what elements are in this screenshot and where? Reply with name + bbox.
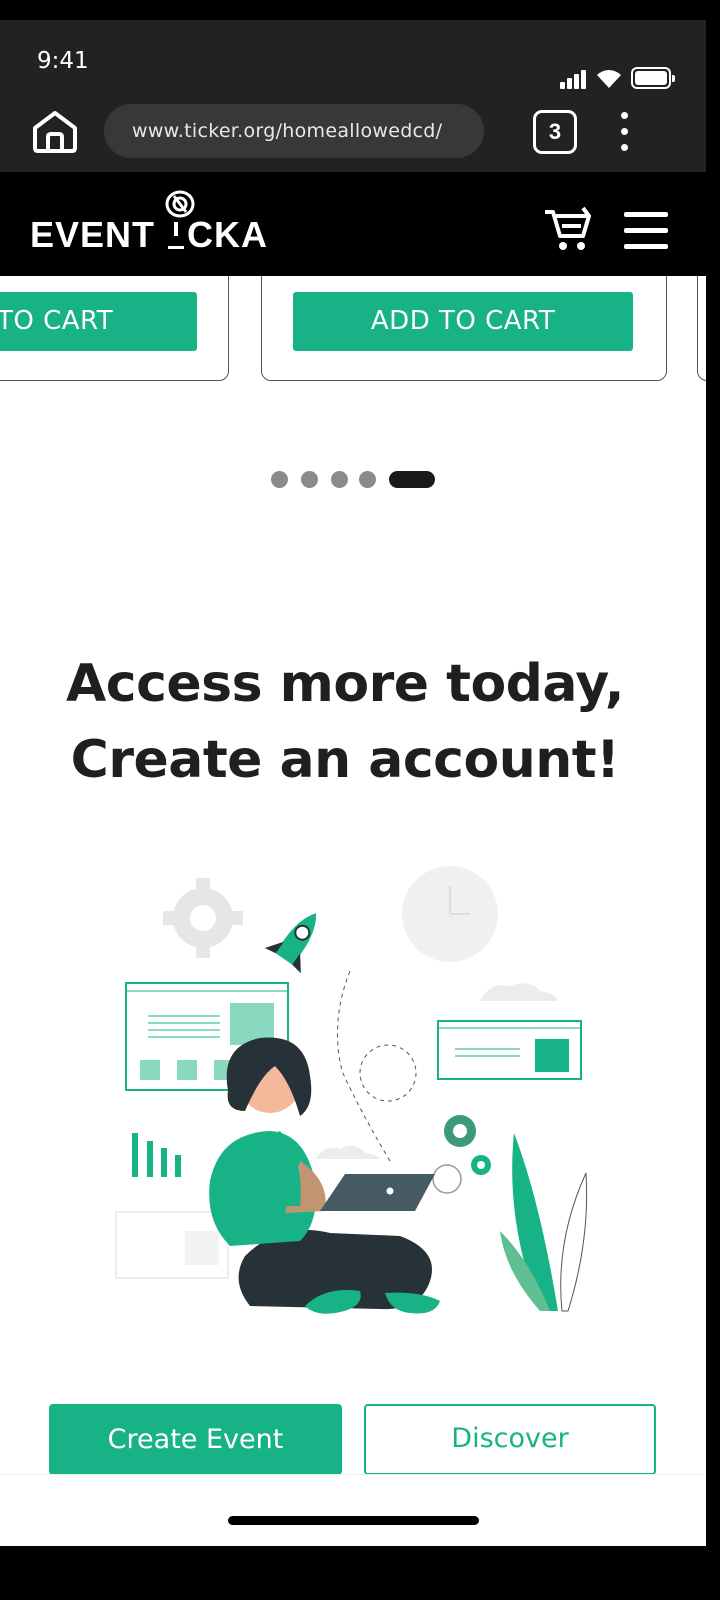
carousel-dot[interactable]	[331, 471, 348, 488]
carousel-dot[interactable]	[301, 471, 318, 488]
home-indicator[interactable]	[228, 1516, 479, 1525]
logo-text-left: EVENT	[30, 214, 156, 255]
battery-icon	[631, 67, 675, 89]
wifi-icon	[597, 70, 621, 88]
woman-with-laptop-illustration	[115, 866, 588, 1314]
create-event-button[interactable]: Create Event	[49, 1404, 342, 1475]
headline-line-1: Access more today,	[66, 654, 625, 714]
headline-line-2: Create an account!	[70, 730, 620, 790]
add-to-cart-button[interactable]: TO CART	[0, 292, 197, 351]
site-logo[interactable]: EVENT CKA	[30, 214, 268, 256]
main-content: TO CART ADD TO CART Access more today, C…	[0, 276, 706, 1546]
add-to-cart-button[interactable]: ADD TO CART	[293, 292, 633, 351]
carousel-dot[interactable]	[359, 471, 376, 488]
browser-toolbar: www.ticker.org/homeallowedcd/ 3	[0, 90, 706, 172]
carousel-pagination	[271, 470, 441, 488]
status-time: 9:41	[37, 48, 89, 74]
cellular-signal-icon	[560, 69, 590, 89]
logo-ticket-icon	[165, 190, 195, 249]
carousel-dot[interactable]	[271, 471, 288, 488]
home-icon[interactable]	[30, 108, 80, 154]
phone-screen: 9:41 www.ticker.org/homeallowedcd/ 3 EVE…	[0, 0, 706, 1600]
logo-text-right: CKA	[187, 214, 269, 255]
carousel-dot-active[interactable]	[389, 471, 435, 488]
event-card[interactable]: TO CART	[0, 276, 229, 381]
event-card[interactable]	[697, 276, 706, 381]
tab-switcher-button[interactable]: 3	[533, 110, 577, 154]
status-bar: 9:41	[0, 20, 706, 100]
shopping-cart-icon[interactable]	[543, 206, 593, 252]
bottom-safe-area	[0, 1474, 706, 1546]
discover-button[interactable]: Discover	[364, 1404, 656, 1475]
site-header: EVENT CKA	[0, 172, 706, 276]
signup-headline: Access more today, Create an account!	[0, 646, 690, 798]
more-options-icon[interactable]	[612, 112, 638, 152]
address-bar[interactable]: www.ticker.org/homeallowedcd/	[104, 104, 484, 158]
hamburger-menu-icon[interactable]	[624, 212, 668, 250]
event-card[interactable]: ADD TO CART	[261, 276, 667, 381]
